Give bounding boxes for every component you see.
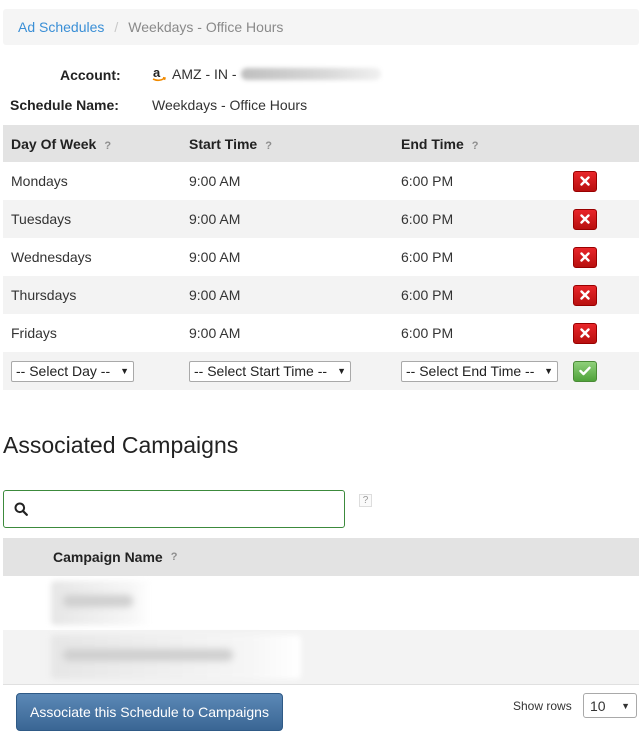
close-icon (580, 214, 590, 224)
delete-row-button[interactable] (573, 208, 597, 230)
chevron-down-icon: ▼ (337, 366, 346, 376)
search-icon (14, 502, 28, 516)
delete-row-button[interactable] (573, 246, 597, 268)
search-help-icon[interactable]: ? (359, 494, 372, 507)
breadcrumb-separator: / (114, 19, 119, 35)
breadcrumb-ad-schedules-link[interactable]: Ad Schedules (18, 19, 104, 35)
campaign-name-header[interactable]: Campaign Name (53, 549, 163, 565)
campaign-row[interactable] (3, 630, 639, 684)
account-value-row: a AMZ - IN - (152, 65, 381, 82)
end-help-icon[interactable]: ? (472, 140, 479, 152)
header-start-time: Start Time? (182, 136, 393, 152)
account-redacted (240, 68, 381, 80)
add-row-confirm-button[interactable] (573, 360, 597, 382)
header-start-label: Start Time (189, 135, 258, 152)
header-day-of-week: Day Of Week? (3, 136, 182, 152)
new-schedule-row: -- Select Day -- ▼ -- Select Start Time … (3, 352, 639, 390)
delete-row-button[interactable] (573, 284, 597, 306)
campaign-search-input[interactable] (36, 494, 344, 524)
row-day: Tuesdays (11, 211, 72, 227)
select-day-dropdown[interactable]: -- Select Day -- ▼ (11, 360, 134, 382)
show-rows-label: Show rows (513, 699, 572, 713)
campaign-row[interactable] (3, 576, 639, 630)
schedule-row: Tuesdays 9:00 AM 6:00 PM (3, 200, 639, 238)
rows-per-page-value: 10 (590, 697, 606, 714)
campaign-search-box[interactable] (3, 490, 345, 528)
day-help-icon[interactable]: ? (104, 140, 111, 152)
breadcrumb: Ad Schedules / Weekdays - Office Hours (3, 9, 639, 45)
account-row: Account: (60, 67, 121, 83)
select-start-time-dropdown[interactable]: -- Select Start Time -- ▼ (189, 360, 351, 382)
chevron-down-icon: ▼ (120, 366, 129, 376)
rows-per-page-select[interactable]: 10 ▼ (583, 693, 637, 718)
select-end-value: -- Select End Time -- (406, 363, 535, 379)
header-end-label: End Time (401, 135, 464, 152)
row-start: 9:00 AM (189, 173, 241, 189)
row-end: 6:00 PM (401, 249, 454, 265)
account-value: AMZ - IN - (172, 66, 237, 82)
breadcrumb-current: Weekdays - Office Hours (128, 19, 284, 35)
header-day-label: Day Of Week (11, 135, 97, 152)
row-start: 9:00 AM (189, 249, 241, 265)
row-start: 9:00 AM (189, 211, 241, 227)
select-start-value: -- Select Start Time -- (194, 363, 328, 379)
schedule-row: Fridays 9:00 AM 6:00 PM (3, 314, 639, 352)
schedule-table-header: Day Of Week? Start Time? End Time? (3, 125, 639, 162)
row-end: 6:00 PM (401, 173, 454, 189)
schedule-name-row: Schedule Name: (10, 97, 119, 113)
row-day: Thursdays (11, 287, 77, 303)
schedule-row: Mondays 9:00 AM 6:00 PM (3, 162, 639, 200)
associated-campaigns-title: Associated Campaigns (3, 432, 239, 458)
schedule-row: Wednesdays 9:00 AM 6:00 PM (3, 238, 639, 276)
schedule-name-value-row: Weekdays - Office Hours (152, 97, 307, 113)
schedule-name-value: Weekdays - Office Hours (152, 97, 308, 113)
chevron-down-icon: ▼ (544, 366, 553, 376)
start-help-icon[interactable]: ? (265, 140, 272, 152)
row-day: Fridays (11, 325, 57, 341)
row-end: 6:00 PM (401, 287, 454, 303)
select-day-value: -- Select Day -- (16, 363, 111, 379)
checkmark-icon (579, 366, 591, 376)
select-end-time-dropdown[interactable]: -- Select End Time -- ▼ (401, 360, 558, 382)
close-icon (580, 252, 590, 262)
row-start: 9:00 AM (189, 287, 241, 303)
close-icon (580, 328, 590, 338)
chevron-down-icon: ▼ (621, 700, 630, 711)
schedule-row: Thursdays 9:00 AM 6:00 PM (3, 276, 639, 314)
account-label: Account: (60, 67, 121, 83)
campaign-name-redacted (51, 635, 301, 679)
svg-text:a: a (153, 66, 161, 80)
schedule-table: Day Of Week? Start Time? End Time? Monda… (3, 125, 639, 390)
header-end-time: End Time? (393, 136, 565, 152)
row-end: 6:00 PM (401, 325, 454, 341)
close-icon (580, 176, 590, 186)
delete-row-button[interactable] (573, 322, 597, 344)
delete-row-button[interactable] (573, 170, 597, 192)
associate-schedule-button[interactable]: Associate this Schedule to Campaigns (16, 693, 283, 731)
campaign-name-redacted (51, 581, 151, 625)
row-start: 9:00 AM (189, 325, 241, 341)
row-day: Wednesdays (11, 249, 92, 265)
row-end: 6:00 PM (401, 211, 454, 227)
row-day: Mondays (11, 173, 68, 189)
campaign-table-header: Campaign Name ? (3, 538, 639, 576)
campaign-name-help-icon[interactable]: ? (171, 551, 178, 563)
campaign-table-footer: Associate this Schedule to Campaigns Sho… (3, 684, 639, 738)
amazon-icon: a (152, 65, 166, 82)
close-icon (580, 290, 590, 300)
schedule-name-label: Schedule Name: (10, 97, 119, 113)
